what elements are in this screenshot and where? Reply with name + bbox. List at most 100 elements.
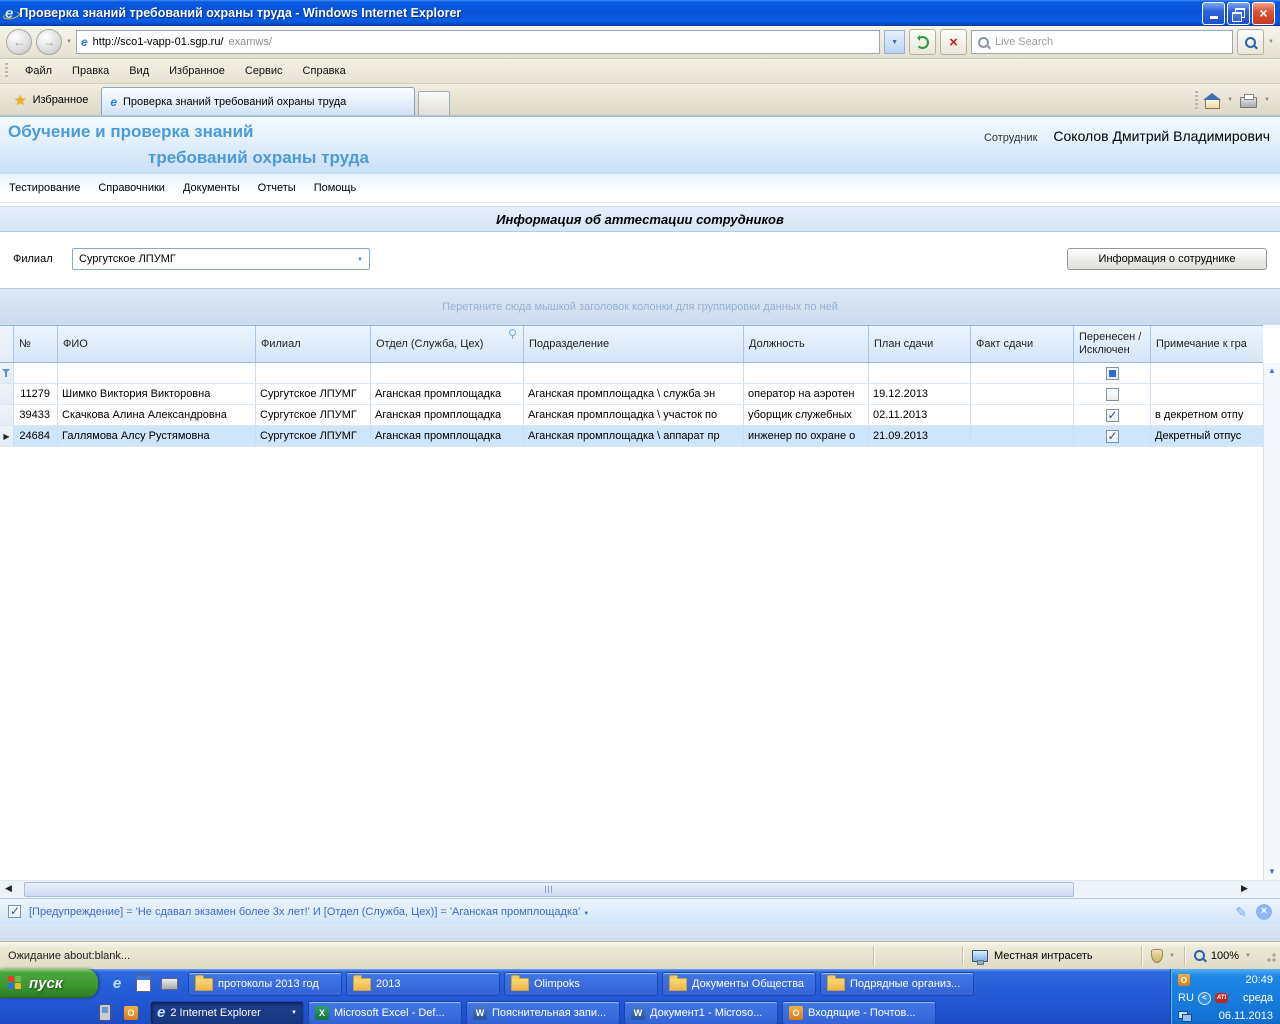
filter-cell-plan[interactable] <box>869 363 971 383</box>
taskbar-button-folder2[interactable]: 2013 <box>346 971 500 996</box>
column-header-otdel[interactable]: Отдел (Служба, Цех) <box>371 326 524 362</box>
zoom-control[interactable]: 100% ▼ <box>1183 945 1260 966</box>
taskbar-button-folder1[interactable]: протоколы 2013 год <box>188 971 342 996</box>
employee-info-button[interactable]: Информация о сотруднике <box>1067 248 1267 270</box>
taskbar-button-outlook[interactable]: O Входящие - Почтов... <box>782 1000 936 1024</box>
taskbar-button-folder4[interactable]: Документы Общества <box>662 971 816 996</box>
mobile-icon[interactable] <box>96 1004 114 1022</box>
favorites-button[interactable]: ★ Избранное <box>4 87 98 113</box>
scroll-right-icon[interactable]: ▶ <box>1241 884 1248 893</box>
hide-icons-chevron-icon[interactable]: < <box>1197 991 1211 1005</box>
horizontal-scrollbar-thumb[interactable] <box>24 882 1074 897</box>
filial-select[interactable]: Сургутское ЛПУМГ ▼ <box>72 248 370 270</box>
filter-cell-otdel[interactable] <box>371 363 524 383</box>
nav-directories[interactable]: Справочники <box>98 182 165 194</box>
column-header-fio[interactable]: ФИО <box>58 326 256 362</box>
taskbar-button-word1[interactable]: W Пояснительная запи... <box>466 1000 620 1024</box>
start-button[interactable]: пуск <box>0 969 98 998</box>
filter-cell-fio[interactable] <box>58 363 256 383</box>
table-row[interactable]: ▶ 24684 Галлямова Алсу Рустямовна Сургут… <box>0 426 1263 447</box>
filter-cell-fakt[interactable] <box>971 363 1074 383</box>
table-row[interactable]: ▶ 39433 Скачкова Алина Александровна Сур… <box>0 405 1263 426</box>
column-header-primechanie[interactable]: Примечание к гра <box>1151 326 1263 362</box>
menu-tools[interactable]: Сервис <box>236 62 292 80</box>
filter-cell-dolzhnost[interactable] <box>744 363 869 383</box>
table-row[interactable]: ▶ 11279 Шимко Виктория Викторовна Сургут… <box>0 384 1263 405</box>
search-input[interactable]: Live Search <box>971 30 1234 54</box>
nav-help[interactable]: Помощь <box>314 182 357 194</box>
clear-filter-icon[interactable]: × <box>1256 903 1272 920</box>
perenesen-checkbox[interactable] <box>1105 408 1119 423</box>
group-by-panel[interactable]: Перетяните сюда мышкой заголовок колонки… <box>0 288 1280 325</box>
taskbar-button-excel[interactable]: X Microsoft Excel - Def... <box>308 1000 462 1024</box>
filter-dropdown-icon[interactable]: ▼ <box>583 911 589 917</box>
close-button[interactable]: × <box>1252 1 1275 25</box>
stop-button[interactable]: × <box>940 29 968 55</box>
filter-expression-text[interactable]: [Предупреждение] = 'Не сдавал экзамен бо… <box>29 906 589 918</box>
filter-cell-primechanie[interactable] <box>1151 363 1263 383</box>
vertical-scrollbar[interactable]: ▲ ▼ <box>1263 363 1280 880</box>
home-dropdown-icon[interactable]: ▼ <box>1227 97 1233 103</box>
column-header-plan-sdachi[interactable]: План сдачи <box>869 326 971 362</box>
refresh-button[interactable] <box>909 29 937 55</box>
filter-cell-perenesen[interactable] <box>1074 363 1151 383</box>
edit-filter-icon[interactable]: ✎ <box>1235 905 1247 919</box>
ati-tray-icon[interactable]: ATI <box>1214 993 1229 1003</box>
column-header-filial[interactable]: Филиал <box>256 326 371 362</box>
column-header-perenesen[interactable]: Перенесен /Исключен <box>1074 326 1151 362</box>
taskbar-button-folder3[interactable]: Olimpoks <box>504 971 658 996</box>
taskbar-button-ie-group[interactable]: e 2 Internet Explorer ▼ <box>150 1000 304 1024</box>
column-header-dolzhnost[interactable]: Должность <box>744 326 869 362</box>
nav-documents[interactable]: Документы <box>183 182 240 194</box>
print-dropdown-icon[interactable]: ▼ <box>1264 97 1270 103</box>
restore-button[interactable] <box>1227 1 1250 25</box>
menu-favorites[interactable]: Избранное <box>160 62 234 80</box>
network-icon[interactable] <box>1178 1010 1192 1022</box>
scroll-left-icon[interactable]: ◀ <box>5 884 12 893</box>
nav-testing[interactable]: Тестирование <box>9 182 80 194</box>
menu-edit[interactable]: Правка <box>63 62 118 80</box>
filter-checkbox[interactable] <box>1105 366 1119 380</box>
group-dropdown-icon: ▼ <box>291 1009 297 1016</box>
language-indicator[interactable]: RU <box>1178 992 1194 1004</box>
outlook-quicklaunch-icon[interactable]: O <box>122 1004 140 1022</box>
menu-view[interactable]: Вид <box>120 62 158 80</box>
menu-file[interactable]: Файл <box>16 62 61 80</box>
printer-icon[interactable] <box>1240 93 1258 108</box>
document-icon[interactable] <box>134 975 152 993</box>
forward-button[interactable]: → <box>36 29 62 55</box>
tab-active[interactable]: e Проверка знаний требований охраны труд… <box>101 87 416 115</box>
tray-clock[interactable]: 20:49 <box>1245 974 1273 986</box>
column-header-podrazdelenie[interactable]: Подразделение <box>524 326 744 362</box>
nav-reports[interactable]: Отчеты <box>258 182 296 194</box>
filter-cell-podrazdelenie[interactable] <box>524 363 744 383</box>
taskbar-button-folder5[interactable]: Подрядные организ... <box>820 971 974 996</box>
perenesen-checkbox[interactable] <box>1105 429 1119 444</box>
taskbar-button-word2[interactable]: W Документ1 - Microso... <box>624 1000 778 1024</box>
menu-help[interactable]: Справка <box>294 62 355 80</box>
filter-cell-num[interactable] <box>14 363 58 383</box>
printer-quicklaunch-icon[interactable] <box>160 975 178 993</box>
address-dropdown-button[interactable]: ▼ <box>884 30 906 54</box>
taskbar-button-label: 2 Internet Explorer <box>170 1006 261 1019</box>
history-dropdown-icon[interactable]: ▼ <box>66 39 72 45</box>
address-input[interactable]: e http://sco1-vapp-01.sgp.ru/ examws/ <box>75 30 881 54</box>
taskbar-row-2: O e 2 Internet Explorer ▼ X Microsoft Ex… <box>0 998 1280 1024</box>
scroll-up-icon[interactable]: ▲ <box>1268 367 1276 375</box>
filter-cell-filial[interactable] <box>256 363 371 383</box>
column-header-num[interactable]: № <box>14 326 58 362</box>
scroll-down-icon[interactable]: ▼ <box>1268 868 1276 876</box>
new-tab-stub[interactable] <box>418 91 451 115</box>
column-header-fakt-sdachi[interactable]: Факт сдачи <box>971 326 1074 362</box>
search-options-icon[interactable]: ▼ <box>1268 39 1274 45</box>
minimize-button[interactable] <box>1202 1 1225 25</box>
perenesen-checkbox[interactable] <box>1105 387 1119 401</box>
home-icon[interactable] <box>1203 92 1222 109</box>
outlook-tray-icon[interactable]: O <box>1178 974 1190 986</box>
protected-mode[interactable]: ▼ <box>1140 945 1184 966</box>
search-go-button[interactable] <box>1237 29 1265 55</box>
filter-enabled-checkbox[interactable] <box>8 904 21 918</box>
back-button[interactable]: ← <box>6 29 32 55</box>
ie-quicklaunch-icon[interactable]: e <box>108 975 126 993</box>
horizontal-scrollbar[interactable]: ◀ ▶ <box>0 880 1280 898</box>
